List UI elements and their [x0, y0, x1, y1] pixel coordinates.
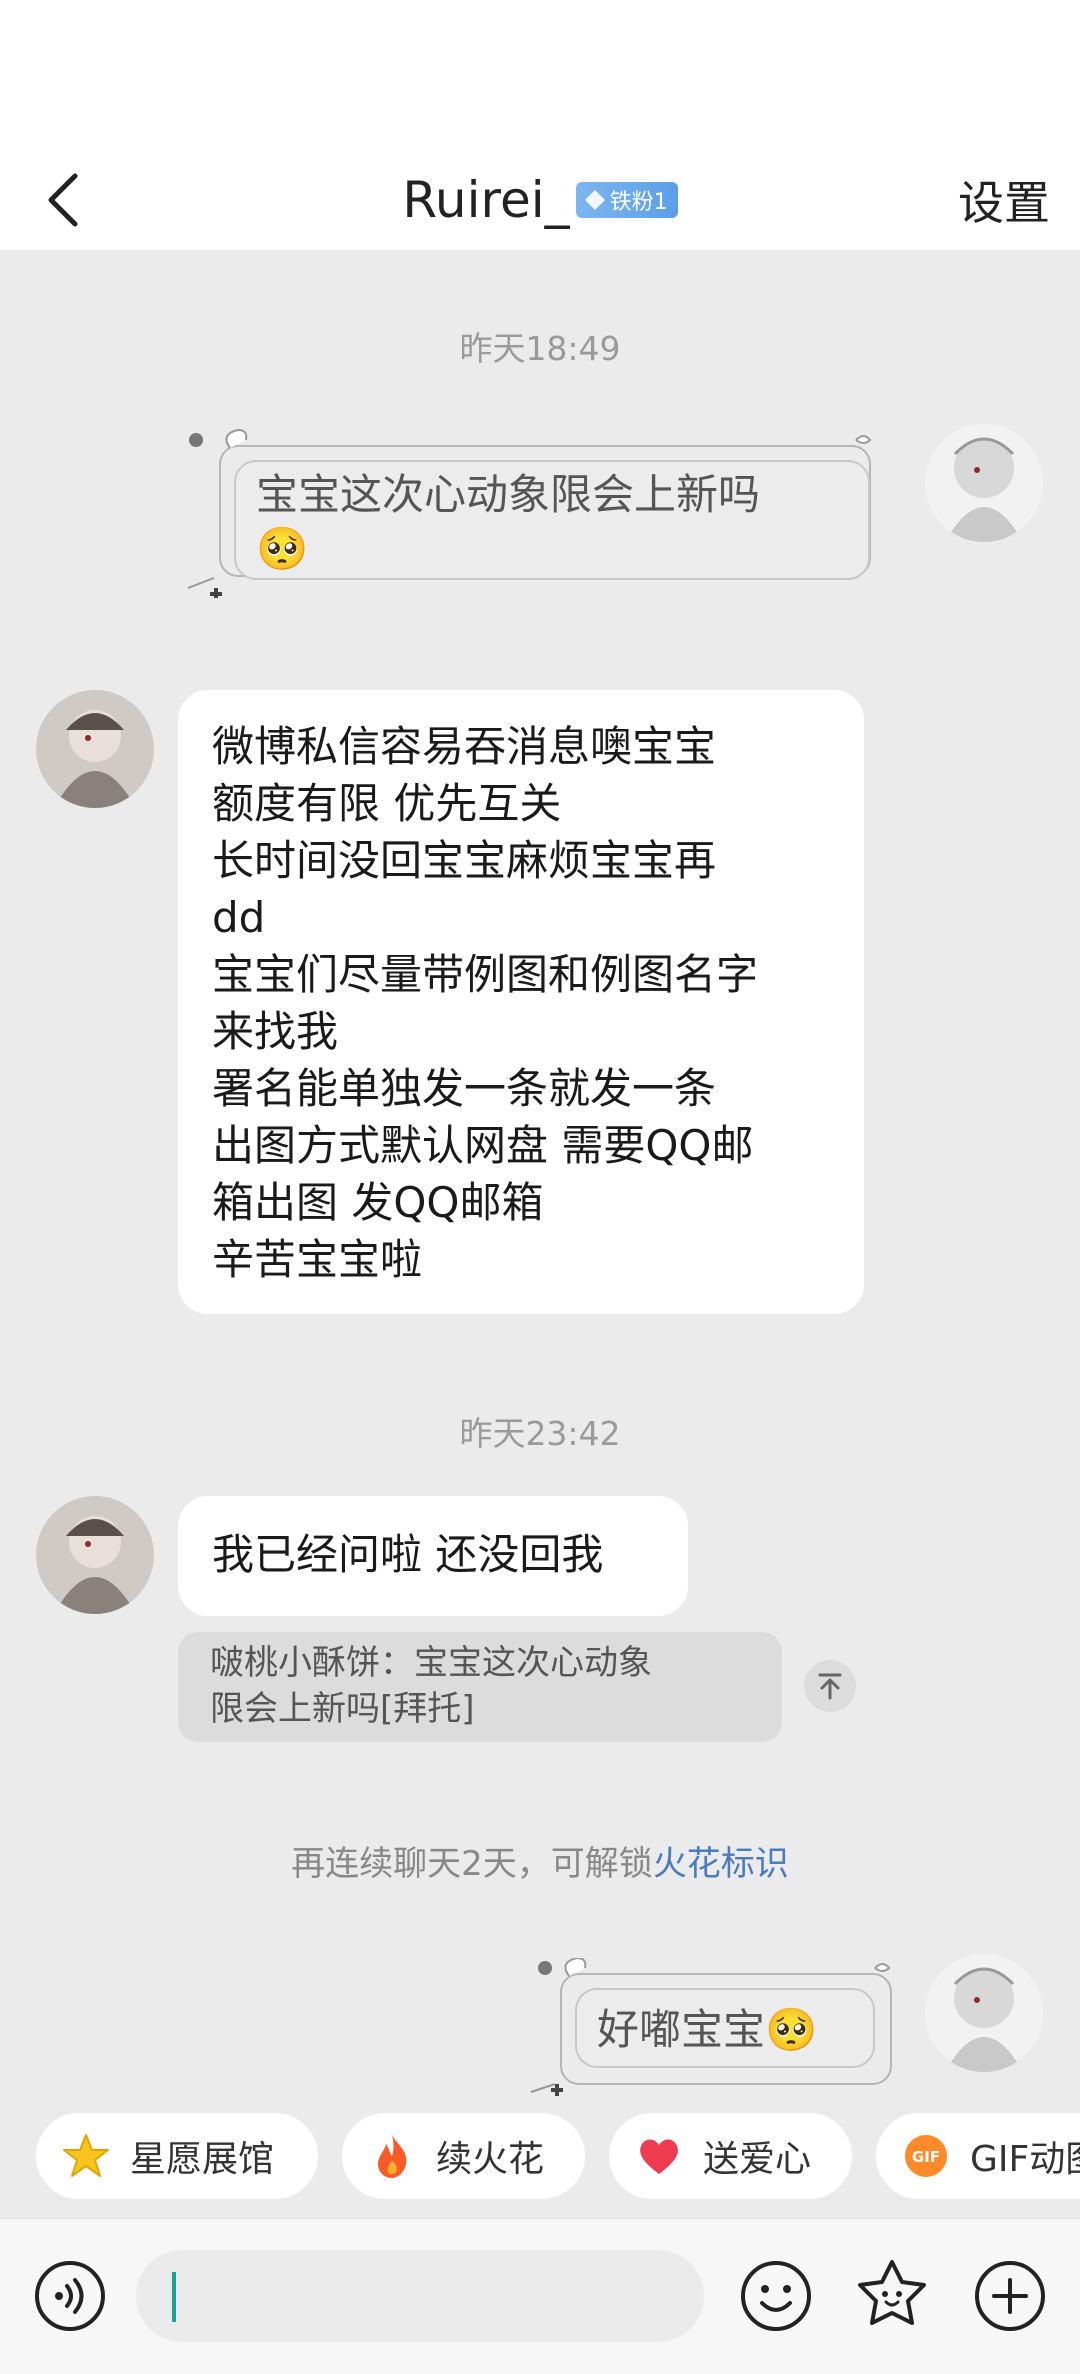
svg-text:GIF: GIF	[912, 2148, 940, 2166]
chip-gif[interactable]: GIF GIF动图	[876, 2113, 1080, 2199]
message-text: 好嘟宝宝	[597, 2005, 766, 2054]
sticker-button[interactable]	[846, 2250, 938, 2342]
chevron-left-icon	[48, 173, 78, 227]
star-sticker-icon	[858, 2260, 926, 2325]
message-line: 署名能单独发一条就发一条	[212, 1064, 717, 1113]
chip-continue-spark[interactable]: 续火花	[342, 2113, 585, 2199]
message-line: 额度有限 优先互关	[212, 779, 562, 828]
incoming-message-bubble[interactable]: 我已经问啦 还没回我	[178, 1496, 688, 1616]
message-text: 宝宝这次心动象限会上新吗	[256, 470, 761, 519]
emoji-button[interactable]	[730, 2250, 822, 2342]
fan-level-badge[interactable]: 铁粉1	[575, 182, 678, 218]
pleading-emoji: 🥺	[256, 524, 309, 573]
plus-icon	[975, 2261, 1045, 2331]
back-button[interactable]	[28, 150, 98, 250]
spark-badge-link[interactable]: 火花标识	[653, 1844, 789, 1884]
outgoing-message-bubble[interactable]: 宝宝这次心动象限会上新吗 🥺	[180, 428, 900, 598]
message-line: 箱出图 发QQ邮箱	[212, 1178, 544, 1227]
quoted-text-line: 限会上新吗[拜托]	[210, 1689, 475, 1729]
message-line: 长时间没回宝宝麻烦宝宝再	[212, 836, 717, 885]
chip-send-heart[interactable]: 送爱心	[609, 2113, 852, 2199]
message-line: 辛苦宝宝啦	[212, 1235, 423, 1284]
contact-name[interactable]: Ruirei_	[402, 171, 569, 229]
jump-to-quote-button[interactable]	[804, 1660, 856, 1712]
quick-action-row: 星愿展馆 续火花 送爱心 GIF GIF动图	[0, 2105, 1080, 2205]
message-text: 我已经问啦 还没回我	[212, 1530, 604, 1579]
gif-icon: GIF	[900, 2130, 952, 2182]
avatar-image	[925, 1954, 1043, 2072]
message-timestamp: 昨天18:49	[459, 329, 621, 368]
status-bar	[0, 0, 1080, 150]
avatar-image	[925, 424, 1043, 542]
message-timestamp: 昨天23:42	[459, 1414, 621, 1453]
message-line: 来找我	[212, 1007, 339, 1056]
message-input[interactable]	[136, 2250, 704, 2342]
smiley-icon	[741, 2261, 811, 2331]
fan-level-label: 铁粉1	[609, 190, 668, 215]
settings-button[interactable]: 设置	[958, 150, 1050, 250]
arrow-to-top-icon	[818, 1673, 842, 1700]
chip-label: 送爱心	[703, 2139, 812, 2180]
heart-icon	[633, 2130, 685, 2182]
star-icon	[60, 2130, 112, 2182]
my-avatar[interactable]	[925, 1954, 1043, 2072]
text-caret	[172, 2272, 176, 2322]
avatar-image	[36, 690, 154, 808]
more-button[interactable]	[964, 2250, 1056, 2342]
chip-star-exhibit[interactable]: 星愿展馆	[36, 2113, 318, 2199]
message-line: 微博私信容易吞消息噢宝宝	[212, 722, 717, 771]
diamond-icon	[584, 190, 605, 210]
chip-label: GIF动图	[970, 2139, 1080, 2180]
outgoing-message-bubble[interactable]: 好嘟宝宝🥺	[525, 1958, 900, 2098]
quoted-message[interactable]: 啵桃小酥饼：宝宝这次心动象 限会上新吗[拜托]	[178, 1632, 782, 1742]
chip-label: 续火花	[436, 2139, 545, 2180]
avatar-image	[36, 1496, 154, 1614]
tip-text: 再连续聊天2天，可解锁	[291, 1844, 653, 1884]
contact-avatar[interactable]	[36, 690, 154, 808]
voice-icon	[35, 2261, 105, 2331]
message-line: dd	[212, 893, 266, 942]
spark-unlock-tip: 再连续聊天2天，可解锁火花标识	[0, 1836, 1080, 1885]
fire-icon	[366, 2130, 418, 2182]
message-line: 出图方式默认网盘 需要QQ邮	[212, 1121, 754, 1170]
voice-button[interactable]	[24, 2250, 116, 2342]
quoted-text-line: 啵桃小酥饼：宝宝这次心动象	[210, 1643, 652, 1683]
message-line: 宝宝们尽量带例图和例图名字	[212, 950, 759, 999]
pleading-emoji: 🥺	[765, 2005, 818, 2054]
my-avatar[interactable]	[925, 424, 1043, 542]
incoming-message-bubble[interactable]: 微博私信容易吞消息噢宝宝 额度有限 优先互关 长时间没回宝宝麻烦宝宝再 dd 宝…	[178, 690, 864, 1314]
chip-label: 星愿展馆	[130, 2139, 275, 2180]
contact-avatar[interactable]	[36, 1496, 154, 1614]
